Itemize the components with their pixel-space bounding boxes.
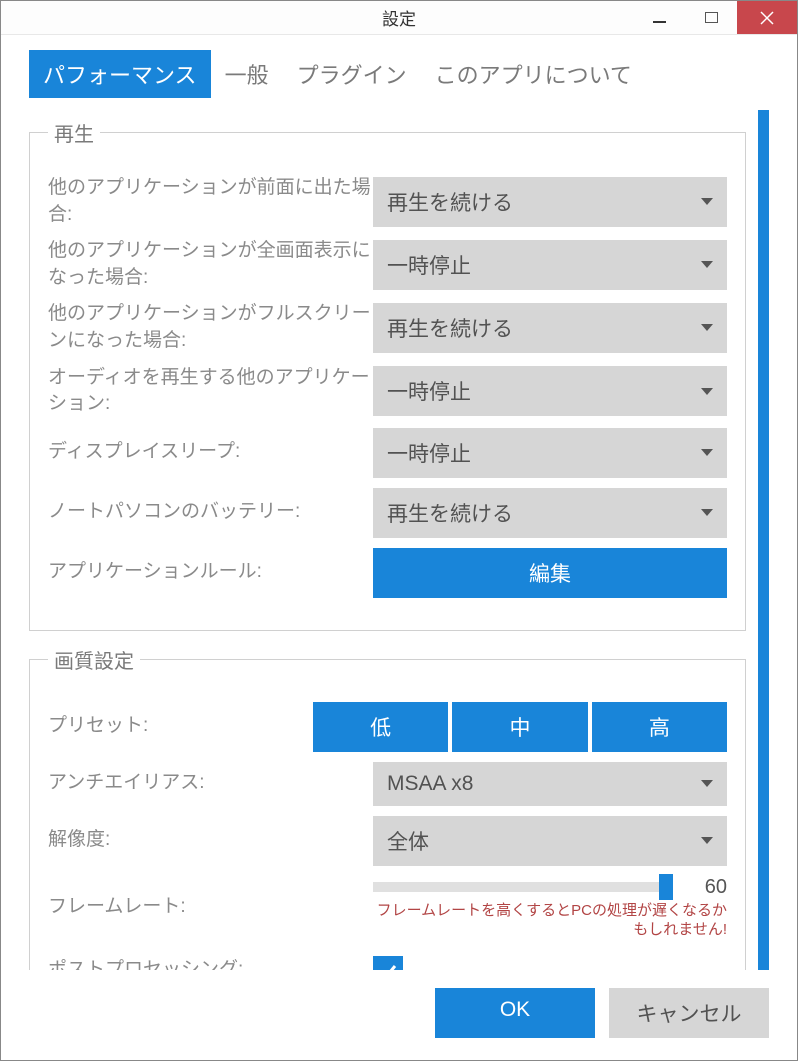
- dropdown-laptop-battery[interactable]: 再生を続ける: [373, 488, 727, 538]
- framerate-slider-row: 60: [373, 876, 727, 899]
- tab-bar: パフォーマンス 一般 プラグイン このアプリについて: [1, 35, 797, 98]
- minimize-button[interactable]: [633, 1, 685, 34]
- row-audio-other-app: オーディオを再生する他のアプリケーション: 一時停止: [48, 365, 727, 418]
- label-other-app-fullscreen: 他のアプリケーションがフルスクリーンになった場合:: [48, 301, 373, 354]
- dropdown-value: 再生を続ける: [387, 187, 513, 217]
- chevron-down-icon: [701, 198, 713, 205]
- titlebar: 設定: [1, 1, 797, 35]
- playback-legend: 再生: [48, 118, 100, 147]
- row-preset: プリセット: 低 中 高: [48, 702, 727, 752]
- edit-app-rules-button[interactable]: 編集: [373, 548, 727, 598]
- dropdown-other-app-maximized[interactable]: 一時停止: [373, 240, 727, 290]
- close-button[interactable]: [737, 1, 797, 34]
- dropdown-value: 一時停止: [387, 250, 471, 280]
- dropdown-value: 一時停止: [387, 438, 471, 468]
- label-postprocessing: ポストプロセッシング:: [48, 957, 373, 970]
- label-resolution: 解像度:: [48, 827, 373, 854]
- label-other-app-maximized: 他のアプリケーションが全画面表示になった場合:: [48, 238, 373, 291]
- row-postprocessing: ポストプロセッシング:: [48, 950, 727, 970]
- check-icon: [378, 961, 398, 970]
- framerate-value: 60: [687, 876, 727, 899]
- close-icon: [760, 11, 774, 25]
- row-display-sleep: ディスプレイスリープ: 一時停止: [48, 428, 727, 478]
- dropdown-audio-other-app[interactable]: 一時停止: [373, 366, 727, 416]
- row-framerate: フレームレート: 60 フレームレートを高くするとPCの処理が遅くなるかもしれま…: [48, 876, 727, 940]
- row-antialias: アンチエイリアス: MSAA x8: [48, 762, 727, 806]
- slider-thumb[interactable]: [659, 874, 673, 900]
- row-other-app-maximized: 他のアプリケーションが全画面表示になった場合: 一時停止: [48, 238, 727, 291]
- tab-performance[interactable]: パフォーマンス: [29, 50, 211, 98]
- quality-legend: 画質設定: [48, 645, 140, 674]
- preset-mid-button[interactable]: 中: [452, 702, 587, 752]
- row-app-rules: アプリケーションルール: 編集: [48, 548, 727, 598]
- dropdown-antialias[interactable]: MSAA x8: [373, 762, 727, 806]
- label-audio-other-app: オーディオを再生する他のアプリケーション:: [48, 365, 373, 418]
- dialog-footer: OK キャンセル: [1, 970, 797, 1060]
- label-other-app-foreground: 他のアプリケーションが前面に出た場合:: [48, 175, 373, 228]
- chevron-down-icon: [701, 324, 713, 331]
- dropdown-value: 全体: [387, 826, 429, 856]
- label-preset: プリセット:: [48, 713, 313, 740]
- dropdown-display-sleep[interactable]: 一時停止: [373, 428, 727, 478]
- preset-high-button[interactable]: 高: [592, 702, 727, 752]
- maximize-button[interactable]: [685, 1, 737, 34]
- label-antialias: アンチエイリアス:: [48, 770, 373, 797]
- tab-about[interactable]: このアプリについて: [421, 50, 646, 98]
- tab-plugins[interactable]: プラグイン: [283, 50, 421, 98]
- preset-segmented: 低 中 高: [313, 702, 727, 752]
- window-controls: [633, 1, 797, 34]
- content-area: 再生 他のアプリケーションが前面に出た場合: 再生を続ける 他のアプリケーション…: [29, 110, 769, 970]
- label-app-rules: アプリケーションルール:: [48, 559, 373, 586]
- maximize-icon: [705, 12, 718, 23]
- chevron-down-icon: [701, 449, 713, 456]
- chevron-down-icon: [701, 837, 713, 844]
- row-resolution: 解像度: 全体: [48, 816, 727, 866]
- preset-low-button[interactable]: 低: [313, 702, 448, 752]
- chevron-down-icon: [701, 388, 713, 395]
- minimize-icon: [653, 21, 666, 23]
- dropdown-resolution[interactable]: 全体: [373, 816, 727, 866]
- label-display-sleep: ディスプレイスリープ:: [48, 439, 373, 466]
- dropdown-value: 一時停止: [387, 376, 471, 406]
- ok-button[interactable]: OK: [435, 988, 595, 1038]
- tab-general[interactable]: 一般: [211, 50, 283, 98]
- chevron-down-icon: [701, 509, 713, 516]
- framerate-slider[interactable]: [373, 882, 673, 892]
- dropdown-value: 再生を続ける: [387, 498, 513, 528]
- dropdown-other-app-foreground[interactable]: 再生を続ける: [373, 177, 727, 227]
- row-laptop-battery: ノートパソコンのバッテリー: 再生を続ける: [48, 488, 727, 538]
- cancel-button[interactable]: キャンセル: [609, 988, 769, 1038]
- dropdown-other-app-fullscreen[interactable]: 再生を続ける: [373, 303, 727, 353]
- checkbox-postprocessing[interactable]: [373, 956, 403, 970]
- framerate-warning: フレームレートを高くするとPCの処理が遅くなるかもしれません!: [373, 901, 727, 940]
- row-other-app-foreground: 他のアプリケーションが前面に出た場合: 再生を続ける: [48, 175, 727, 228]
- quality-group: 画質設定 プリセット: 低 中 高 アンチエイリアス: MSAA x8 解像度:: [29, 645, 746, 970]
- label-framerate: フレームレート:: [48, 894, 373, 921]
- label-laptop-battery: ノートパソコンのバッテリー:: [48, 499, 373, 526]
- playback-group: 再生 他のアプリケーションが前面に出た場合: 再生を続ける 他のアプリケーション…: [29, 118, 746, 631]
- chevron-down-icon: [701, 780, 713, 787]
- dropdown-value: MSAA x8: [387, 772, 473, 796]
- row-other-app-fullscreen: 他のアプリケーションがフルスクリーンになった場合: 再生を続ける: [48, 301, 727, 354]
- chevron-down-icon: [701, 261, 713, 268]
- dropdown-value: 再生を続ける: [387, 313, 513, 343]
